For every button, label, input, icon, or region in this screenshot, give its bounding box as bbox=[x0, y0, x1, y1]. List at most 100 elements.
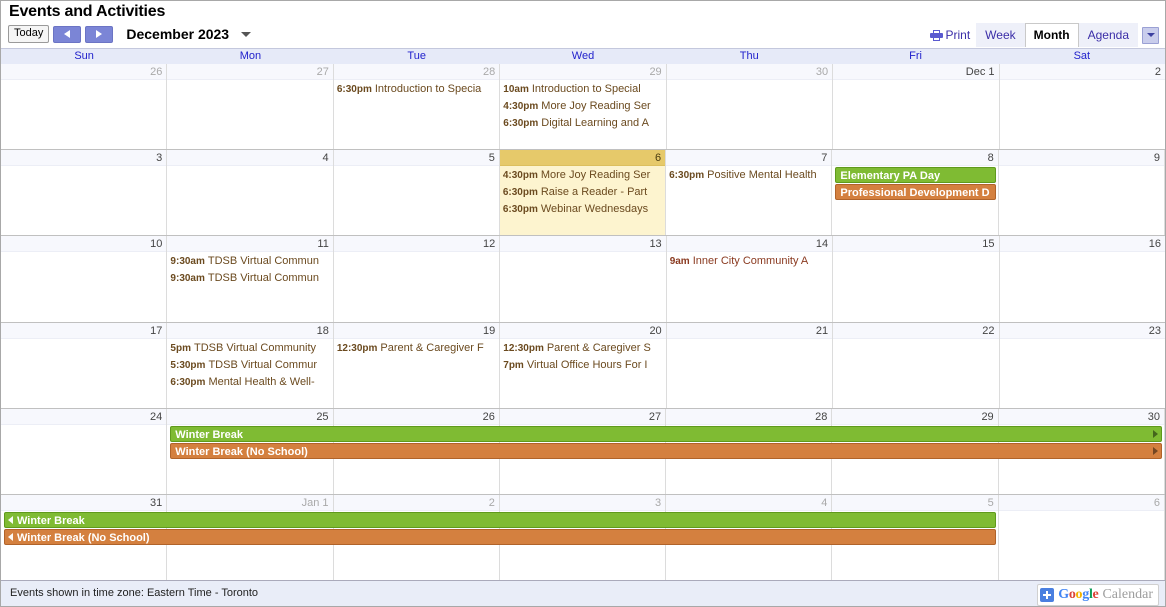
day-number[interactable]: 15 bbox=[833, 236, 999, 253]
all-day-event[interactable]: Winter Break (No School) bbox=[4, 528, 996, 545]
day-number[interactable]: 20 bbox=[500, 322, 666, 339]
day-cell[interactable]: 10 bbox=[1, 236, 168, 322]
day-number[interactable]: 6 bbox=[998, 494, 1164, 511]
day-number[interactable]: 11 bbox=[167, 236, 333, 253]
calendar-event[interactable]: 7pm Virtual Office Hours For I bbox=[500, 357, 665, 374]
all-day-event[interactable]: Elementary PA Day bbox=[835, 167, 996, 184]
day-number[interactable]: 6 bbox=[499, 150, 666, 167]
google-calendar-logo[interactable]: Google Calendar bbox=[1037, 584, 1159, 606]
day-number[interactable]: 9 bbox=[998, 150, 1164, 167]
day-number[interactable]: 19 bbox=[333, 322, 500, 339]
day-cell[interactable]: 14 9am Inner City Community A bbox=[666, 236, 834, 322]
next-period-button[interactable] bbox=[85, 25, 114, 43]
period-dropdown-icon[interactable] bbox=[241, 31, 252, 37]
all-day-event[interactable]: Professional Development D bbox=[835, 184, 996, 201]
day-number[interactable]: 25 bbox=[167, 408, 333, 425]
day-cell[interactable]: 12 bbox=[333, 236, 501, 322]
day-number[interactable]: 22 bbox=[833, 322, 999, 339]
calendar-event[interactable]: 4:30pm More Joy Reading Ser bbox=[500, 98, 665, 115]
today-button[interactable]: Today bbox=[8, 25, 50, 43]
day-cell[interactable]: 30 bbox=[666, 64, 834, 150]
day-number[interactable]: 2 bbox=[999, 64, 1165, 80]
calendar-event[interactable]: 6:30pm Raise a Reader - Part bbox=[500, 184, 665, 201]
day-number[interactable]: 29 bbox=[832, 408, 998, 425]
day-number[interactable]: 4 bbox=[666, 494, 832, 511]
day-number[interactable]: Dec 1 bbox=[833, 64, 999, 80]
day-number[interactable]: 21 bbox=[666, 322, 833, 339]
calendar-event[interactable]: 5pm TDSB Virtual Community bbox=[167, 340, 332, 357]
day-number[interactable]: 28 bbox=[333, 64, 500, 80]
day-number[interactable]: 26 bbox=[1, 64, 167, 80]
calendar-event[interactable]: 12:30pm Parent & Caregiver F bbox=[334, 340, 499, 357]
calendar-event[interactable]: 9:30am TDSB Virtual Commun bbox=[167, 270, 332, 287]
previous-period-button[interactable] bbox=[53, 25, 82, 43]
all-day-event[interactable]: Winter Break bbox=[170, 425, 1162, 442]
day-cell[interactable]: 2 bbox=[999, 64, 1165, 150]
plus-icon[interactable] bbox=[1040, 588, 1055, 602]
day-cell[interactable]: 6 4:30pm More Joy Reading Ser 6:30pm Raise a… bbox=[499, 150, 667, 236]
day-cell[interactable]: 9 bbox=[998, 150, 1165, 236]
day-cell[interactable]: 26 bbox=[1, 64, 168, 150]
day-cell[interactable]: 18 5pm TDSB Virtual Community 5:30pm TDSB Vi… bbox=[167, 322, 334, 408]
tab-agenda[interactable]: Agenda bbox=[1078, 23, 1138, 47]
day-cell[interactable]: 29 10am Introduction to Special 4:30pm More … bbox=[500, 64, 667, 150]
day-number[interactable]: 16 bbox=[999, 236, 1165, 253]
day-cell[interactable]: Dec 1 bbox=[833, 64, 1000, 150]
day-cell[interactable]: 23 bbox=[999, 322, 1165, 408]
day-number[interactable]: 2 bbox=[333, 494, 499, 511]
calendar-event[interactable]: 12:30pm Parent & Caregiver S bbox=[500, 340, 665, 357]
print-button[interactable]: Print bbox=[928, 25, 976, 45]
tab-week[interactable]: Week bbox=[976, 23, 1025, 47]
day-number[interactable]: 10 bbox=[1, 236, 167, 253]
day-number[interactable]: 4 bbox=[167, 150, 333, 167]
day-cell[interactable]: 28 6:30pm Introduction to Specia bbox=[333, 64, 501, 150]
calendar-event[interactable]: 6:30pm Positive Mental Health bbox=[666, 167, 831, 184]
day-cell[interactable]: 4 bbox=[167, 150, 334, 236]
day-number[interactable]: 7 bbox=[666, 150, 832, 167]
day-number[interactable]: Jan 1 bbox=[167, 494, 333, 511]
tab-month[interactable]: Month bbox=[1024, 23, 1079, 47]
day-number[interactable]: 3 bbox=[499, 494, 666, 511]
day-number[interactable]: 23 bbox=[999, 322, 1165, 339]
day-cell[interactable]: 17 bbox=[1, 322, 168, 408]
day-number[interactable]: 27 bbox=[167, 64, 333, 80]
calendar-event[interactable]: 6:30pm Mental Health & Well- bbox=[167, 374, 332, 391]
day-cell[interactable]: 21 bbox=[666, 322, 834, 408]
day-cell[interactable]: 13 bbox=[500, 236, 667, 322]
calendar-event[interactable]: 9:30am TDSB Virtual Commun bbox=[167, 253, 332, 270]
day-cell[interactable]: 6 bbox=[998, 494, 1165, 581]
calendar-event[interactable]: 6:30pm Introduction to Specia bbox=[334, 81, 499, 98]
all-day-event[interactable]: Winter Break (No School) bbox=[170, 442, 1162, 459]
day-cell[interactable]: 3 bbox=[1, 150, 168, 236]
day-number[interactable]: 17 bbox=[1, 322, 167, 339]
day-number[interactable]: 18 bbox=[167, 322, 333, 339]
all-day-event[interactable]: Winter Break bbox=[4, 511, 996, 528]
day-cell[interactable]: 19 12:30pm Parent & Caregiver F bbox=[333, 322, 501, 408]
day-number[interactable]: 3 bbox=[1, 150, 167, 167]
day-number[interactable]: 29 bbox=[500, 64, 666, 80]
day-number[interactable]: 27 bbox=[499, 408, 666, 425]
day-cell[interactable]: 5 bbox=[333, 150, 500, 236]
day-number[interactable]: 5 bbox=[333, 150, 499, 167]
calendar-event[interactable]: 9am Inner City Community A bbox=[667, 253, 832, 270]
day-number[interactable]: 13 bbox=[500, 236, 666, 253]
day-cell[interactable]: 15 bbox=[833, 236, 1000, 322]
day-number[interactable]: 26 bbox=[333, 408, 499, 425]
day-number[interactable]: 28 bbox=[666, 408, 832, 425]
day-number[interactable]: 31 bbox=[1, 494, 167, 511]
day-number[interactable]: 5 bbox=[832, 494, 998, 511]
day-cell[interactable]: 11 9:30am TDSB Virtual Commun 9:30am TDSB Vi… bbox=[167, 236, 334, 322]
day-number[interactable]: 30 bbox=[666, 64, 833, 80]
calendar-event[interactable]: 6:30pm Webinar Wednesdays bbox=[500, 201, 665, 218]
calendar-event[interactable]: 10am Introduction to Special bbox=[500, 81, 665, 98]
day-cell[interactable]: 24 bbox=[1, 408, 168, 494]
day-number[interactable]: 14 bbox=[666, 236, 833, 253]
day-number[interactable]: 12 bbox=[333, 236, 500, 253]
day-cell[interactable]: 22 bbox=[833, 322, 1000, 408]
day-number[interactable]: 24 bbox=[1, 408, 167, 425]
calendar-event[interactable]: 6:30pm Digital Learning and A bbox=[500, 115, 665, 132]
day-number[interactable]: 8 bbox=[832, 150, 998, 167]
calendar-event[interactable]: 4:30pm More Joy Reading Ser bbox=[500, 167, 665, 184]
day-cell[interactable]: 27 bbox=[167, 64, 334, 150]
day-cell[interactable]: 7 6:30pm Positive Mental Health bbox=[666, 150, 833, 236]
